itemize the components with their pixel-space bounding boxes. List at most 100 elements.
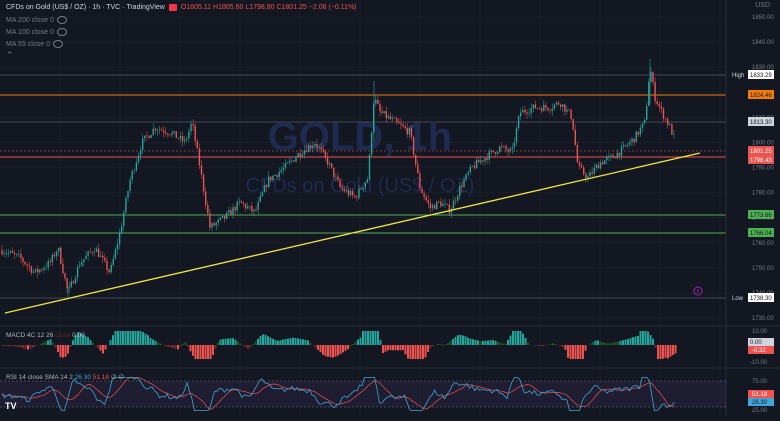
candle-body: [14, 253, 15, 254]
macd-bar: [475, 340, 477, 345]
macd-bar: [42, 343, 44, 345]
price-label-high: High 1833.29: [732, 70, 774, 79]
macd-bar: [620, 341, 622, 345]
macd-bar: [285, 339, 287, 345]
macd-bar: [565, 345, 567, 350]
candle-body: [474, 166, 475, 168]
candle-body: [293, 160, 294, 161]
symbol-title[interactable]: CFDs on Gold (US$ / OZ) · 1h · TVC · Tra…: [6, 4, 165, 11]
candle-body: [369, 155, 370, 179]
chart-canvas[interactable]: GOLD, 1h CFDs on Gold (US$ / OZ) 1850.00…: [0, 0, 780, 416]
macd-bar: [342, 345, 344, 352]
indicator-legend-ma200[interactable]: MA 200 close 0: [6, 16, 67, 25]
macd-bar: [395, 345, 397, 350]
indicator-legend-ma100[interactable]: MA 100 close 0: [6, 28, 67, 37]
macd-bar: [372, 331, 374, 345]
candle-body: [392, 118, 393, 119]
macd-bar: [135, 331, 137, 345]
candle-body: [64, 273, 65, 278]
candle-body: [430, 203, 431, 207]
candle-body: [667, 119, 668, 125]
svg-text:26.30: 26.30: [752, 400, 768, 406]
candle-body: [585, 174, 586, 178]
macd-axis-tick-top: 10.00: [752, 329, 768, 335]
macd-bar: [630, 338, 632, 345]
candle-body: [102, 256, 103, 258]
candle-body: [222, 216, 223, 218]
candle-body: [396, 119, 397, 122]
macd-bar: [127, 331, 129, 345]
macd-bar: [195, 345, 197, 359]
candle-body: [516, 128, 517, 142]
candle-body: [621, 146, 622, 155]
macd-bar: [510, 336, 512, 345]
macd-bar: [355, 342, 357, 345]
candle-body: [314, 144, 315, 146]
candle-body: [648, 82, 649, 106]
eye-icon[interactable]: [53, 40, 63, 48]
candle-body: [552, 109, 553, 111]
watermark-symbol: GOLD, 1h: [268, 115, 452, 159]
macd-bar: [152, 340, 154, 345]
candle-body: [132, 171, 133, 179]
candle-body: [302, 155, 303, 157]
macd-bar: [230, 338, 232, 345]
candle-body: [83, 259, 84, 262]
candle-body: [18, 254, 19, 255]
candle-body: [522, 110, 523, 113]
macd-histogram[interactable]: [2, 331, 677, 359]
candle-body: [96, 249, 97, 252]
tradingview-logo-icon[interactable]: TV: [5, 401, 21, 411]
eye-icon[interactable]: [57, 16, 67, 24]
macd-bar: [225, 339, 227, 345]
macd-bar: [430, 345, 432, 348]
candle-body: [52, 255, 53, 262]
price-label-1766: 1766.04: [748, 228, 774, 237]
candle-body: [243, 203, 244, 204]
macd-bar: [12, 345, 14, 346]
candle-body: [150, 135, 151, 138]
collapse-legend-icon[interactable]: ⌃: [6, 51, 14, 60]
candle-body: [266, 185, 267, 187]
candle-body: [106, 261, 107, 270]
macd-bar: [57, 345, 59, 352]
symbol-legend[interactable]: CFDs on Gold (US$ / OZ) · 1h · TVC · Tra…: [6, 3, 357, 12]
indicator-legend-ma55[interactable]: MA 55 close 0: [6, 40, 63, 49]
macd-bar: [522, 333, 524, 345]
eye-icon[interactable]: [57, 28, 67, 36]
macd-legend[interactable]: MACD 4C 12 26 close 0.00: [6, 331, 85, 340]
candle-body: [436, 202, 437, 209]
macd-bar: [672, 345, 674, 355]
alert-icon[interactable]: [694, 287, 702, 295]
macd-bar: [450, 341, 452, 345]
price-axis[interactable]: 1850.001840.001830.001820.001810.001800.…: [752, 15, 774, 322]
macd-bar: [290, 338, 292, 345]
macd-bar: [20, 345, 22, 348]
macd-bar: [172, 345, 174, 348]
candle-body: [554, 105, 555, 109]
candle-body: [638, 132, 639, 135]
tradingview-chart[interactable]: GOLD, 1h CFDs on Gold (US$ / OZ) 1850.00…: [0, 0, 780, 416]
macd-bar: [350, 345, 352, 346]
macd-bar: [272, 339, 274, 345]
candle-body: [291, 160, 292, 161]
candle-body: [350, 191, 351, 195]
candle-body: [312, 146, 313, 148]
macd-bar: [190, 345, 192, 351]
candle-body: [123, 213, 124, 226]
macd-bar: [622, 340, 624, 345]
candle-body: [342, 187, 343, 189]
macd-bar: [67, 345, 69, 354]
candle-body: [491, 151, 492, 152]
candle-body: [617, 153, 618, 159]
macd-bar: [52, 343, 54, 345]
macd-bar: [7, 345, 9, 346]
candle-body: [180, 136, 181, 139]
macd-bar: [482, 341, 484, 345]
rsi-legend[interactable]: RSI 14 close SMA 14 2 26.30 51.18 ∅ ∅: [6, 373, 124, 382]
macd-bar: [317, 345, 319, 350]
candle-body: [390, 116, 391, 119]
macd-bar: [527, 342, 529, 345]
candle-body: [125, 198, 126, 213]
svg-text:1801.25: 1801.25: [750, 149, 772, 155]
